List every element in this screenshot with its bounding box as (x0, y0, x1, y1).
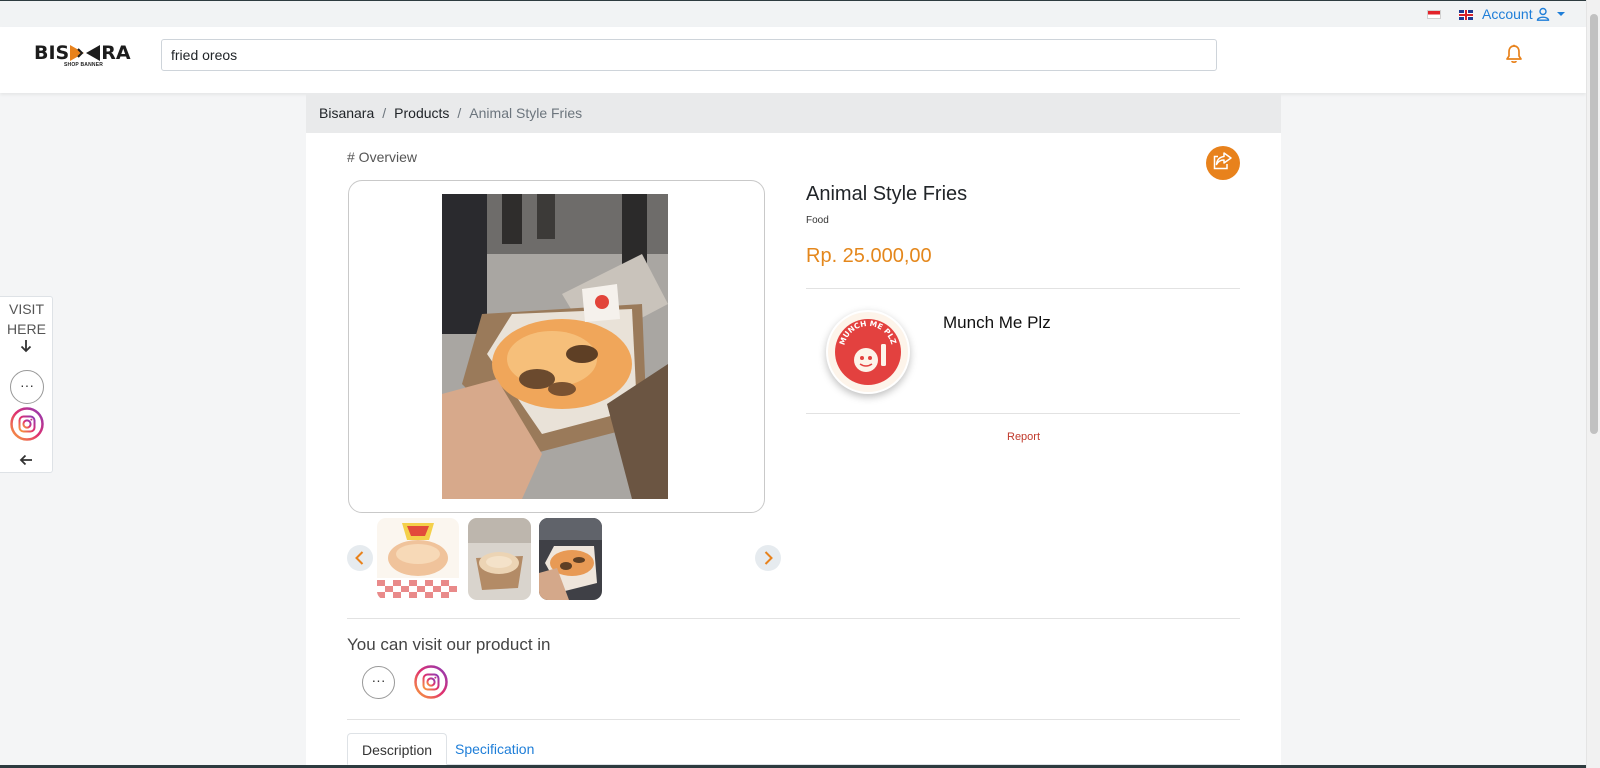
divider (347, 719, 1240, 720)
logo-bow-icon (69, 44, 101, 62)
seller-name[interactable]: Munch Me Plz (943, 313, 1051, 333)
visit-here-widget: VISIT HERE ··· (0, 296, 53, 473)
thumbnail-next-button[interactable] (755, 545, 781, 571)
notification-bell-icon[interactable] (1505, 44, 1523, 69)
scrollbar-thumb[interactable] (1590, 14, 1598, 434)
chevron-down-icon (1556, 12, 1565, 16)
account-menu[interactable]: Account (1482, 6, 1565, 22)
product-price: Rp. 25.000,00 (806, 245, 932, 267)
tab-specification[interactable]: Specification (441, 733, 548, 765)
logo-text-left: BIS (34, 42, 70, 64)
top-bar: Account (0, 0, 1586, 27)
uk-flag-icon[interactable] (1459, 10, 1473, 20)
thumbnail-1[interactable] (377, 518, 459, 600)
breadcrumb-products[interactable]: Products (394, 105, 449, 121)
arrow-down-icon (19, 339, 33, 358)
report-link[interactable]: Report (1007, 431, 1040, 443)
search-input[interactable] (161, 39, 1217, 71)
logo[interactable]: BIS RA SHOP BANNER (34, 43, 140, 71)
thumbnail-prev-button[interactable] (347, 545, 373, 571)
visit-more-button[interactable]: ··· (362, 666, 395, 699)
breadcrumb: Bisanara / Products / Animal Style Fries (306, 93, 1281, 133)
share-button[interactable] (1206, 146, 1240, 180)
logo-subtitle: SHOP BANNER (64, 62, 104, 68)
visit-section-heading: You can visit our product in (347, 635, 551, 654)
header: BIS RA SHOP BANNER (0, 27, 1586, 93)
thumbnail-3[interactable] (539, 518, 602, 600)
breadcrumb-current: Animal Style Fries (469, 105, 583, 121)
visit-here-label: VISIT HERE (7, 301, 46, 337)
instagram-icon[interactable] (414, 665, 448, 699)
divider (806, 288, 1240, 289)
seller-logo[interactable]: MUNCH ME PLZ (826, 310, 910, 394)
side-more-button[interactable]: ··· (10, 370, 44, 404)
thumbnail-2[interactable] (468, 518, 531, 600)
logo-text-right: RA (101, 42, 131, 64)
share-icon (1213, 151, 1233, 175)
product-tabs: Description Specification (347, 733, 1240, 765)
breadcrumb-home[interactable]: Bisanara (319, 105, 374, 121)
account-label: Account (1482, 6, 1533, 22)
product-category: Food (806, 215, 829, 226)
product-detail-card: Bisanara / Products / Animal Style Fries… (306, 93, 1281, 765)
product-title: Animal Style Fries (806, 183, 968, 205)
main-image-frame (348, 180, 765, 513)
divider (806, 413, 1240, 414)
divider (347, 618, 1240, 619)
side-instagram-icon[interactable] (10, 407, 44, 441)
indonesia-flag-icon[interactable] (1427, 10, 1441, 19)
scrollbar[interactable] (1586, 0, 1600, 768)
overview-heading: # Overview (347, 149, 418, 165)
tab-description[interactable]: Description (347, 733, 448, 765)
arrow-left-icon[interactable] (19, 453, 33, 472)
product-photo[interactable] (442, 194, 668, 499)
user-icon (1536, 7, 1550, 21)
